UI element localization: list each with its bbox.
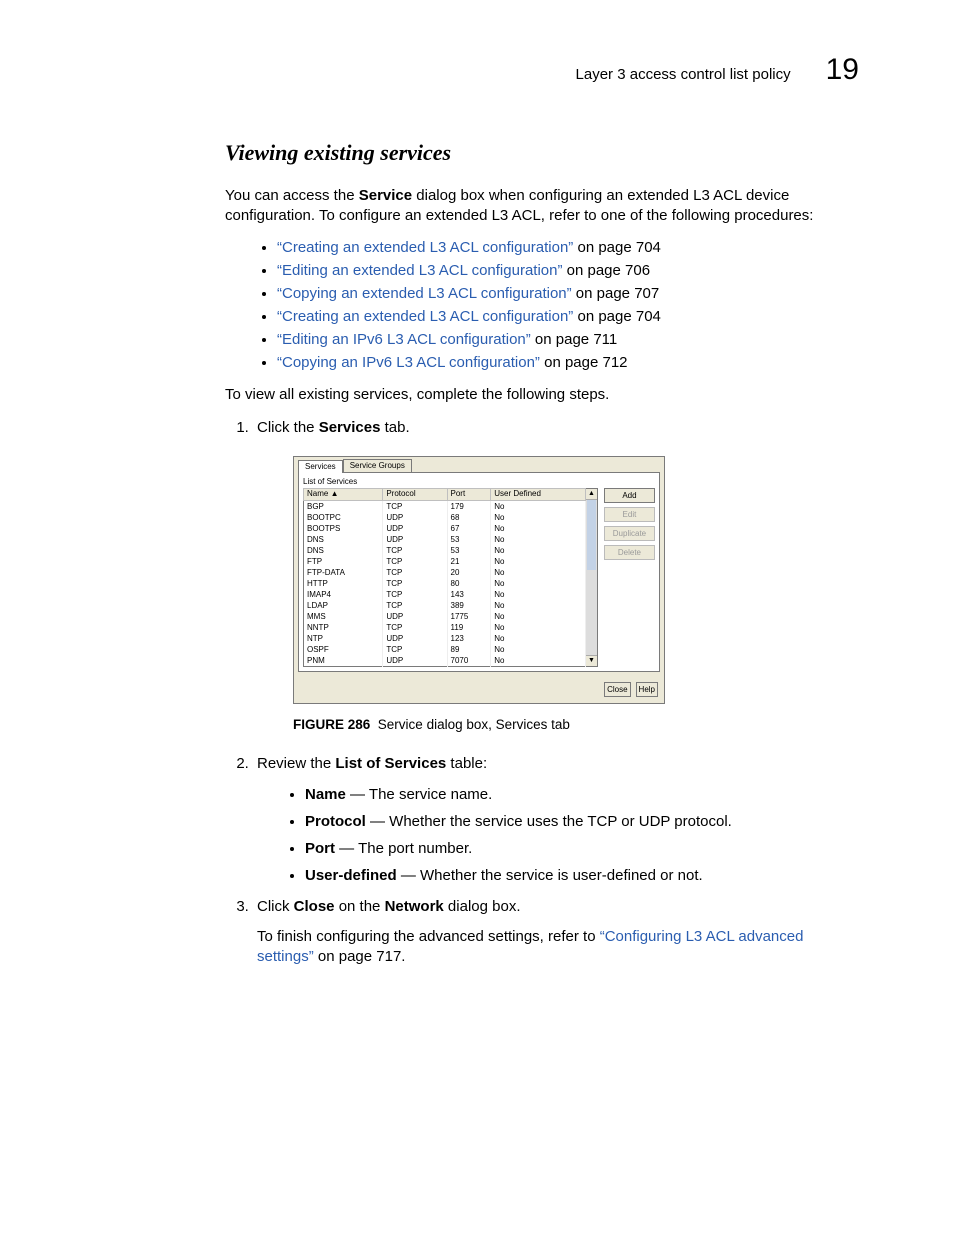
table-row[interactable]: OSPFTCP89No: [304, 644, 586, 655]
review-item: Protocol — Whether the service uses the …: [305, 811, 859, 832]
chapter-number: 19: [826, 55, 859, 85]
scroll-thumb[interactable]: [587, 500, 597, 570]
table-row[interactable]: NTPUDP123No: [304, 633, 586, 644]
table-row[interactable]: BOOTPSUDP67No: [304, 523, 586, 534]
figure-caption: FIGURE 286 Service dialog box, Services …: [293, 716, 663, 735]
review-item: Name — The service name.: [305, 784, 859, 805]
duplicate-button[interactable]: Duplicate: [604, 526, 655, 541]
col-userdef[interactable]: User Defined: [491, 489, 586, 501]
running-header: Layer 3 access control list policy 19: [225, 55, 859, 85]
xref-link[interactable]: “Editing an extended L3 ACL configuratio…: [277, 262, 562, 279]
edit-button[interactable]: Edit: [604, 507, 655, 522]
table-row[interactable]: LDAPTCP389No: [304, 600, 586, 611]
services-table: Name ▲ Protocol Port User Defined BGPTCP…: [303, 488, 586, 667]
xref-link[interactable]: “Creating an extended L3 ACL configurati…: [277, 239, 573, 256]
table-row[interactable]: NNTPTCP119No: [304, 622, 586, 633]
procedure-link-item: “Copying an IPv6 L3 ACL configuration” o…: [277, 354, 859, 371]
procedure-link-item: “Creating an extended L3 ACL configurati…: [277, 308, 859, 325]
section-heading: Viewing existing services: [225, 140, 859, 166]
close-button[interactable]: Close: [604, 682, 630, 697]
delete-button[interactable]: Delete: [604, 545, 655, 560]
procedure-link-item: “Copying an extended L3 ACL configuratio…: [277, 285, 859, 302]
table-row[interactable]: BOOTPCUDP68No: [304, 512, 586, 523]
xref-link[interactable]: “Copying an IPv6 L3 ACL configuration”: [277, 354, 540, 371]
review-item: Port — The port number.: [305, 838, 859, 859]
dialog-tabs: Services Service Groups: [294, 457, 664, 472]
lead-in: To view all existing services, complete …: [225, 385, 859, 405]
table-row[interactable]: DNSUDP53No: [304, 534, 586, 545]
procedure-link-list: “Creating an extended L3 ACL configurati…: [225, 239, 859, 371]
xref-link[interactable]: “Copying an extended L3 ACL configuratio…: [277, 285, 572, 302]
header-title: Layer 3 access control list policy: [225, 66, 826, 83]
step-2: Review the List of Services table: Name …: [253, 753, 859, 886]
figure-wrapper: Services Service Groups List of Services…: [293, 456, 663, 735]
procedure-link-item: “Editing an IPv6 L3 ACL configuration” o…: [277, 331, 859, 348]
review-list: Name — The service name. Protocol — Wheth…: [257, 784, 859, 886]
table-row[interactable]: HTTPTCP80No: [304, 578, 586, 589]
steps-list: Click the Services tab. Services Service…: [225, 417, 859, 968]
help-button[interactable]: Help: [636, 682, 658, 697]
step-1: Click the Services tab. Services Service…: [253, 417, 859, 735]
table-row[interactable]: FTP-DATATCP20No: [304, 567, 586, 578]
procedure-link-item: “Creating an extended L3 ACL configurati…: [277, 239, 859, 256]
col-protocol[interactable]: Protocol: [383, 489, 447, 501]
dialog-bottom-buttons: Close Help: [294, 676, 664, 703]
table-row[interactable]: DNSTCP53No: [304, 545, 586, 556]
xref-link[interactable]: “Creating an extended L3 ACL configurati…: [277, 308, 573, 325]
scrollbar[interactable]: ▲ ▼: [586, 488, 598, 667]
page: Layer 3 access control list policy 19 Vi…: [0, 0, 954, 1235]
review-item: User-defined — Whether the service is us…: [305, 865, 859, 886]
table-row[interactable]: IMAP4TCP143No: [304, 589, 586, 600]
table-row[interactable]: FTPTCP21No: [304, 556, 586, 567]
list-of-services-label: List of Services: [303, 478, 655, 487]
service-dialog: Services Service Groups List of Services…: [293, 456, 665, 704]
table-row[interactable]: BGPTCP179No: [304, 501, 586, 513]
table-row[interactable]: PNMUDP7070No: [304, 655, 586, 667]
scroll-up-icon[interactable]: ▲: [586, 489, 597, 500]
intro-paragraph: You can access the Service dialog box wh…: [225, 186, 859, 227]
tab-service-groups[interactable]: Service Groups: [343, 459, 412, 472]
col-port[interactable]: Port: [447, 489, 491, 501]
add-button[interactable]: Add: [604, 488, 655, 503]
dialog-side-buttons: Add Edit Duplicate Delete: [604, 488, 655, 560]
step-3: Click Close on the Network dialog box. T…: [253, 896, 859, 968]
dialog-body: List of Services Name ▲ Protocol Port Us…: [298, 472, 660, 673]
col-name[interactable]: Name ▲: [304, 489, 383, 501]
xref-link[interactable]: “Editing an IPv6 L3 ACL configuration”: [277, 331, 531, 348]
scroll-down-icon[interactable]: ▼: [586, 655, 597, 666]
procedure-link-item: “Editing an extended L3 ACL configuratio…: [277, 262, 859, 279]
table-row[interactable]: MMSUDP1775No: [304, 611, 586, 622]
step3-followup: To finish configuring the advanced setti…: [257, 927, 859, 968]
tab-services[interactable]: Services: [298, 460, 343, 473]
